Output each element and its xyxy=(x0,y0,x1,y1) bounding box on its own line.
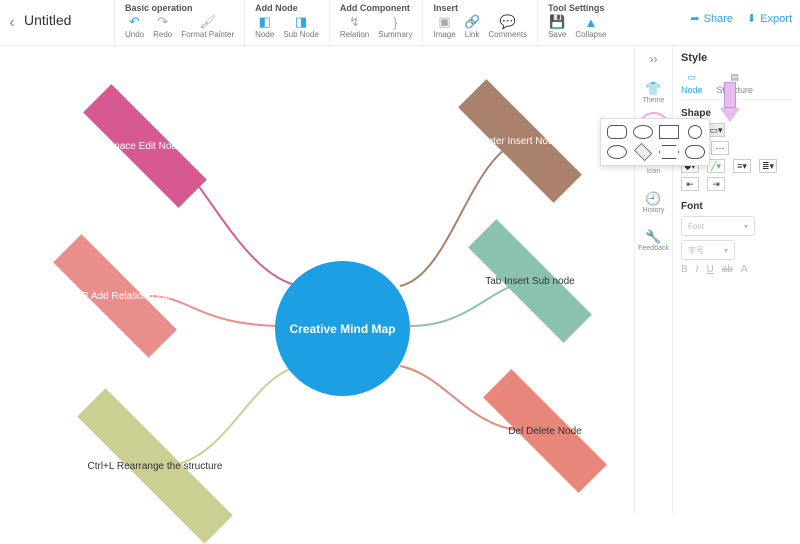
redo-icon: ↷ xyxy=(156,15,170,29)
chevron-down-icon: ▾ xyxy=(744,222,748,231)
share-button[interactable]: ➦Share xyxy=(690,12,733,25)
shape-option-rect[interactable] xyxy=(659,125,679,139)
insert-image-button[interactable]: ▣Image xyxy=(433,15,455,39)
panel-collapse-button[interactable]: ›› xyxy=(650,50,658,72)
subnode-icon: ◨ xyxy=(294,15,308,29)
node-rearrange[interactable]: Ctrl+L Rearrange the structure xyxy=(55,426,255,506)
panel-title: Style xyxy=(681,52,792,64)
group-title-insert: Insert xyxy=(433,3,527,13)
sidebar-item-theme[interactable]: 👕Theme xyxy=(637,74,671,110)
italic-button[interactable]: I xyxy=(696,264,699,275)
summary-icon: } xyxy=(388,15,402,29)
node-add-relation[interactable]: Ctrl+R Add Relation Line xyxy=(40,256,190,336)
font-section-label: Font xyxy=(681,201,792,212)
node-enter-insert[interactable]: Enter Insert Node xyxy=(445,101,595,181)
more-options[interactable]: ⋯ xyxy=(711,141,729,155)
panel-tabs: ▭Node ▤Structure xyxy=(681,72,792,100)
node-tab-insert-sub[interactable]: Tab Insert Sub node xyxy=(455,241,605,321)
feedback-icon: 🔧 xyxy=(645,229,661,245)
strike-button[interactable]: ab xyxy=(722,264,733,275)
node-tab-icon: ▭ xyxy=(688,72,697,83)
link-icon: 🔗 xyxy=(465,15,479,29)
structure-tab-icon: ▤ xyxy=(731,72,740,83)
shape-option-hexagon[interactable] xyxy=(659,145,679,159)
right-panel: ›› 👕Theme 🎨Style ☺Icon 🕘History 🔧Feedbac… xyxy=(634,46,800,514)
node-icon: ◧ xyxy=(258,15,272,29)
shape-option-diamond[interactable] xyxy=(634,143,652,161)
back-button[interactable]: ‹ xyxy=(0,0,24,32)
underline-button[interactable]: U xyxy=(706,264,713,275)
align-picker[interactable]: ≣▾ xyxy=(759,159,777,173)
panel-main: Style ▭Node ▤Structure Shape ◆▾ ▭▾ ▬▾ ⋯ … xyxy=(673,46,800,514)
shape-option-ellipse[interactable] xyxy=(607,145,627,159)
undo-button[interactable]: ↶Undo xyxy=(125,15,144,39)
summary-button[interactable]: }Summary xyxy=(378,15,412,39)
export-icon: ⬇ xyxy=(747,12,756,25)
font-size-select[interactable]: 字号▾ xyxy=(681,240,735,260)
history-icon: 🕘 xyxy=(645,191,661,207)
indent-in-button[interactable]: ⇥ xyxy=(707,177,725,191)
node-del-delete[interactable]: Del Delete Node xyxy=(470,391,620,471)
insert-comments-button[interactable]: 💬Comments xyxy=(488,15,527,39)
indent-out-button[interactable]: ⇤ xyxy=(681,177,699,191)
export-button[interactable]: ⬇Export xyxy=(747,12,792,25)
sidebar-item-feedback[interactable]: 🔧Feedback xyxy=(637,222,671,258)
share-icon: ➦ xyxy=(690,12,699,25)
font-format-row: B I U ab A xyxy=(681,264,792,275)
group-add-node: Add Node ◧Node ◨Sub Node xyxy=(244,0,329,46)
font-color-button[interactable]: A xyxy=(741,264,748,275)
central-node[interactable]: Creative Mind Map xyxy=(275,261,410,396)
top-right-actions: ➦Share ⬇Export xyxy=(690,12,792,25)
group-insert: Insert ▣Image 🔗Link 💬Comments xyxy=(422,0,537,46)
save-icon: 💾 xyxy=(550,15,564,29)
bold-button[interactable]: B xyxy=(681,264,688,275)
shape-option-pill[interactable] xyxy=(633,125,653,139)
comments-icon: 💬 xyxy=(501,15,515,29)
tab-structure[interactable]: ▤Structure xyxy=(717,72,754,95)
group-add-component: Add Component ↯Relation }Summary xyxy=(329,0,423,46)
save-button[interactable]: 💾Save xyxy=(548,15,566,39)
panel-sidebar: ›› 👕Theme 🎨Style ☺Icon 🕘History 🔧Feedbac… xyxy=(635,46,673,514)
line-weight-picker[interactable]: ≡▾ xyxy=(733,159,751,173)
redo-button[interactable]: ↷Redo xyxy=(153,15,172,39)
group-title-add-node: Add Node xyxy=(255,3,319,13)
theme-icon: 👕 xyxy=(645,81,661,97)
node-space-edit[interactable]: Space Edit Node xyxy=(70,106,220,186)
collapse-button[interactable]: ▲Collapse xyxy=(575,15,606,39)
group-title-basic: Basic operation xyxy=(125,3,234,13)
shape-option-barrel[interactable] xyxy=(685,145,705,159)
mindmap-canvas[interactable]: Creative Mind Map Space Edit Node Ctrl+R… xyxy=(0,46,634,514)
document-title[interactable]: Untitled xyxy=(24,0,114,28)
group-tool-settings: Tool Settings 💾Save ▲Collapse xyxy=(537,0,616,46)
group-title-add-component: Add Component xyxy=(340,3,413,13)
shape-popup xyxy=(600,118,710,166)
font-family-select[interactable]: Font▾ xyxy=(681,216,755,236)
sidebar-item-history[interactable]: 🕘History xyxy=(637,184,671,220)
collapse-icon: ▲ xyxy=(584,15,598,29)
add-subnode-button[interactable]: ◨Sub Node xyxy=(283,15,319,39)
image-icon: ▣ xyxy=(438,15,452,29)
undo-icon: ↶ xyxy=(128,15,142,29)
shape-option-rounded-rect[interactable] xyxy=(607,125,627,139)
relation-button[interactable]: ↯Relation xyxy=(340,15,369,39)
tab-node[interactable]: ▭Node xyxy=(681,72,703,95)
format-painter-button[interactable]: 🖌Format Painter xyxy=(181,15,234,39)
format-painter-icon: 🖌 xyxy=(201,15,215,29)
group-basic: Basic operation ↶Undo ↷Redo 🖌Format Pain… xyxy=(114,0,244,46)
add-node-button[interactable]: ◧Node xyxy=(255,15,274,39)
shape-option-circle[interactable] xyxy=(688,125,702,139)
relation-icon: ↯ xyxy=(348,15,362,29)
group-title-tool-settings: Tool Settings xyxy=(548,3,606,13)
insert-link-button[interactable]: 🔗Link xyxy=(465,15,480,39)
top-toolbar: ‹ Untitled Basic operation ↶Undo ↷Redo 🖌… xyxy=(0,0,800,46)
chevron-down-icon: ▾ xyxy=(724,246,728,255)
